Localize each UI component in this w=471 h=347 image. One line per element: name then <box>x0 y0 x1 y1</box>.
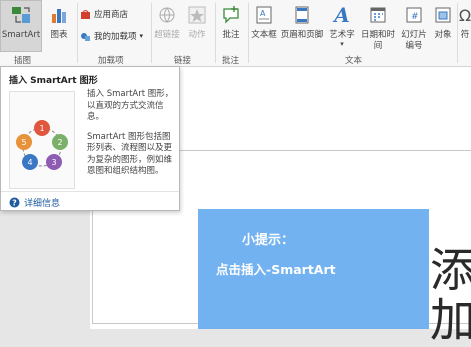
app-store-button[interactable]: 应用商店 <box>80 8 128 20</box>
tooltip-description: 插入 SmartArt 图形，以直观的方式交流信息。 SmartArt 图形包括… <box>87 89 175 178</box>
hyperlink-label: 超链接 <box>154 30 180 40</box>
globe-link-icon <box>157 0 177 30</box>
textbox-button[interactable]: A 文本框 <box>250 0 278 52</box>
my-addins-button[interactable]: 我的加载项 ▾ <box>80 30 143 42</box>
slide-number-label: 幻灯片编号 <box>401 30 427 51</box>
group-links-label: 链接 <box>174 56 192 66</box>
datetime-button[interactable]: 日期和时间 <box>358 0 398 52</box>
app-store-label: 应用商店 <box>94 10 129 20</box>
omega-icon: Ω <box>459 5 471 25</box>
chart-button[interactable]: 图表 <box>45 0 73 52</box>
object-icon <box>433 0 453 30</box>
symbol-button[interactable]: Ω 符 <box>459 0 471 52</box>
group-separator <box>151 3 152 63</box>
hyperlink-button[interactable]: 超链接 <box>153 0 181 52</box>
header-footer-button[interactable]: 页眉和页脚 <box>279 0 325 52</box>
header-footer-label: 页眉和页脚 <box>280 30 324 40</box>
svg-text:2: 2 <box>57 138 62 147</box>
chevron-down-icon: ▾ <box>340 40 344 48</box>
cycle-node-3: 3 <box>46 154 62 170</box>
svg-text:3: 3 <box>51 158 56 167</box>
my-addins-label: 我的加载项 <box>94 32 137 42</box>
cycle-node-5: 5 <box>16 134 32 150</box>
svg-text:?: ? <box>12 199 17 208</box>
store-icon <box>81 9 90 19</box>
object-button[interactable]: 对象 <box>430 0 456 52</box>
wordart-button[interactable]: A 艺术字 ▾ <box>326 0 358 52</box>
action-button[interactable]: 动作 <box>183 0 211 52</box>
symbol-label: 符 <box>460 30 470 40</box>
slide-title-label: 添加 <box>430 243 471 347</box>
help-icon: ? <box>9 197 20 208</box>
group-illustrations-label: 插图 <box>14 56 32 66</box>
textbox-label: 文本框 <box>251 30 277 40</box>
hint-text: 点击插入-SmartArt <box>216 262 336 277</box>
slide-number-button[interactable]: # 幻灯片编号 <box>398 0 430 52</box>
tooltip-desc-1: 插入 SmartArt 图形，以直观的方式交流信息。 <box>87 89 174 122</box>
group-separator <box>248 3 249 63</box>
group-comments-label: 批注 <box>222 56 240 66</box>
comment-icon <box>221 0 241 30</box>
group-separator <box>457 3 458 63</box>
tooltip-divider <box>1 191 179 192</box>
chevron-down-icon: ▾ <box>139 32 144 40</box>
addins-icon <box>81 32 90 41</box>
hint-title: 小提示： <box>242 233 295 248</box>
svg-text:4: 4 <box>27 158 32 167</box>
action-label: 动作 <box>188 30 206 40</box>
smartart-cycle-preview: 1 2 3 4 5 <box>9 91 75 189</box>
group-text-label: 文本 <box>345 56 363 66</box>
svg-text:1: 1 <box>39 124 44 133</box>
cycle-node-4: 4 <box>22 154 38 170</box>
slide-number-icon: # <box>404 0 424 30</box>
cycle-node-1: 1 <box>34 120 50 136</box>
comment-button[interactable]: 批注 <box>217 0 245 52</box>
comment-label: 批注 <box>222 30 240 40</box>
wordart-icon: A <box>334 2 350 27</box>
smartart-tooltip: 插入 SmartArt 图形 1 2 3 4 5 插入 SmartArt 图形，… <box>0 66 180 211</box>
svg-text:5: 5 <box>21 138 26 147</box>
cycle-node-2: 2 <box>52 134 68 150</box>
group-separator <box>215 3 216 63</box>
header-footer-icon <box>292 0 312 30</box>
group-addins-label: 加载项 <box>98 56 124 66</box>
calendar-icon <box>368 0 388 30</box>
tooltip-desc-2: SmartArt 图形包括图形列表、流程图以及更为复杂的图形，例如维恩图和组织结… <box>87 131 173 177</box>
group-separator <box>77 3 78 63</box>
object-label: 对象 <box>434 30 452 40</box>
textbox-icon: A <box>254 0 274 30</box>
datetime-label: 日期和时间 <box>360 30 395 51</box>
hint-box: 小提示： 点击插入-SmartArt <box>198 209 429 329</box>
svg-text:A: A <box>260 9 266 18</box>
chart-label: 图表 <box>50 30 68 40</box>
smartart-button[interactable]: SmartArt <box>0 0 42 52</box>
chart-icon <box>49 0 69 30</box>
ribbon: SmartArt 图表 插图 应用商店 我的加载项 ▾ 加载项 超链接 动作 链… <box>0 0 471 67</box>
svg-text:#: # <box>411 12 419 22</box>
slide-title-text[interactable]: 添加 <box>430 245 471 345</box>
more-info-link[interactable]: ? 详细信息 <box>9 196 60 209</box>
smartart-icon <box>10 0 32 30</box>
tooltip-title: 插入 SmartArt 图形 <box>9 76 98 86</box>
more-info-label: 详细信息 <box>24 199 61 209</box>
star-action-icon <box>187 0 207 30</box>
smartart-label: SmartArt <box>1 30 41 40</box>
